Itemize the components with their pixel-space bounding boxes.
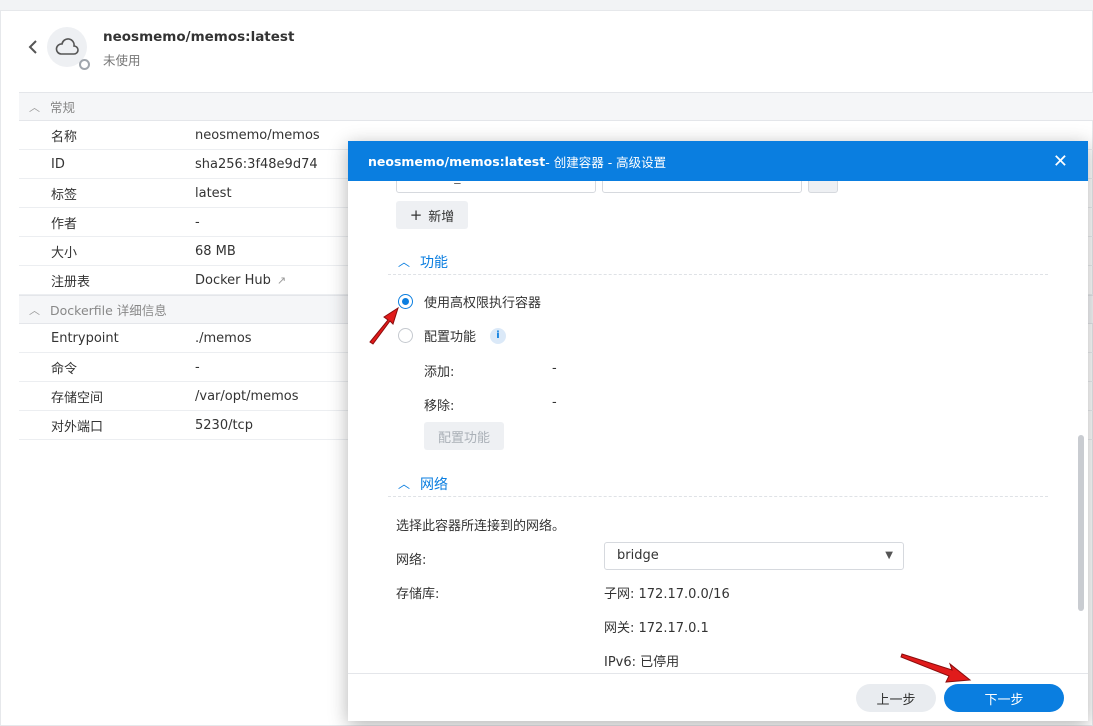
- annotation-arrow-icon: [369, 306, 399, 345]
- dialog-footer: 上一步 下一步: [348, 673, 1088, 721]
- close-icon[interactable]: ✕: [1053, 151, 1068, 172]
- network-select[interactable]: bridge ▼: [604, 542, 904, 570]
- registry-link[interactable]: Docker Hub ↗: [195, 273, 286, 288]
- chevron-up-icon: ︿: [398, 255, 411, 269]
- network-description: 选择此容器所连接到的网络。: [396, 519, 566, 534]
- dialog-body: MEMOS_PORT 5230 + 新增 ︿ 功能 使用高权限执行容器 配置功能…: [348, 181, 1088, 673]
- remove-caps-value: -: [552, 395, 557, 410]
- plus-icon: +: [409, 206, 423, 224]
- next-step-button[interactable]: 下一步: [944, 684, 1064, 712]
- privileged-radio-option[interactable]: 使用高权限执行容器: [398, 292, 541, 311]
- add-env-button[interactable]: + 新增: [396, 201, 468, 229]
- features-heading-label: 功能: [420, 254, 449, 271]
- network-section-header[interactable]: ︿ 网络: [388, 471, 1048, 497]
- image-header: neosmemo/memos:latest 未使用: [19, 25, 1093, 85]
- row-key: 作者: [51, 216, 78, 232]
- capabilities-label: 配置功能: [424, 330, 477, 345]
- env-name-field[interactable]: MEMOS_PORT: [396, 181, 596, 193]
- row-key: 标签: [51, 187, 78, 203]
- chevron-up-icon: ︿: [398, 477, 411, 491]
- row-key: 命令: [51, 361, 78, 377]
- status-dot-icon: [79, 59, 90, 70]
- row-value: -: [195, 359, 200, 375]
- row-value: -: [195, 214, 200, 230]
- env-delete-button[interactable]: [808, 181, 838, 193]
- general-section-header[interactable]: ︿ 常规: [19, 92, 1093, 121]
- row-value: 5230/tcp: [195, 417, 253, 433]
- back-icon[interactable]: [23, 37, 43, 57]
- configure-capabilities-button[interactable]: 配置功能: [424, 422, 504, 450]
- image-title: neosmemo/memos:latest: [103, 29, 295, 45]
- add-caps-value: -: [552, 361, 557, 376]
- network-heading: 网络: [420, 476, 449, 493]
- features-heading-row[interactable]: ︿ 功能: [388, 249, 1048, 275]
- chevron-up-icon: ︿: [29, 100, 40, 114]
- row-value: latest: [195, 185, 232, 201]
- cloud-icon: [47, 27, 90, 70]
- row-value: sha256:3f48e9d74: [195, 156, 318, 172]
- row-value: /var/opt/memos: [195, 388, 299, 404]
- row-key: 名称: [51, 129, 78, 145]
- storage-key: 存储库:: [396, 587, 440, 602]
- row-key: Entrypoint: [51, 330, 119, 346]
- subnet-text: 子网: 172.17.0.0/16: [604, 587, 730, 602]
- add-env-label: 新增: [428, 209, 455, 225]
- image-status: 未使用: [103, 53, 141, 68]
- network-select-value: bridge: [617, 548, 659, 563]
- annotation-arrow-icon: [900, 653, 972, 683]
- add-caps-key: 添加:: [424, 365, 455, 380]
- general-section-label: 常规: [50, 100, 76, 115]
- advanced-settings-dialog: neosmemo/memos:latest - 创建容器 - 高级设置 ✕ ME…: [348, 141, 1088, 721]
- previous-step-button[interactable]: 上一步: [856, 684, 936, 712]
- dialog-title-rest: - 创建容器 - 高级设置: [545, 154, 667, 170]
- dialog-title-bar: neosmemo/memos:latest - 创建容器 - 高级设置 ✕: [348, 141, 1088, 181]
- env-value-field[interactable]: 5230: [602, 181, 802, 193]
- row-key: 注册表: [51, 274, 91, 290]
- ipv6-text: IPv6: 已停用: [604, 655, 680, 670]
- caret-down-icon: ▼: [885, 550, 893, 561]
- chevron-up-icon: ︿: [29, 303, 40, 317]
- info-icon[interactable]: i: [490, 327, 507, 344]
- external-link-icon: ↗: [276, 273, 287, 287]
- remove-caps-key: 移除:: [424, 399, 455, 414]
- row-key: 对外端口: [51, 419, 104, 435]
- row-value: 68 MB: [195, 243, 236, 259]
- row-key: 存储空间: [51, 390, 104, 406]
- dockerfile-section-label: Dockerfile 详细信息: [50, 303, 167, 318]
- registry-link-label: Docker Hub: [195, 272, 271, 288]
- gateway-text: 网关: 172.17.0.1: [604, 621, 709, 636]
- capabilities-radio-option[interactable]: 配置功能 i: [398, 326, 507, 345]
- row-value: neosmemo/memos: [195, 127, 320, 143]
- privileged-label: 使用高权限执行容器: [424, 296, 542, 311]
- row-key: ID: [51, 156, 65, 172]
- network-key: 网络:: [396, 553, 427, 568]
- row-value: ./memos: [195, 330, 252, 346]
- row-key: 大小: [51, 245, 78, 261]
- dialog-scrollbar[interactable]: [1078, 435, 1084, 611]
- dialog-title-image: neosmemo/memos:latest: [368, 153, 546, 169]
